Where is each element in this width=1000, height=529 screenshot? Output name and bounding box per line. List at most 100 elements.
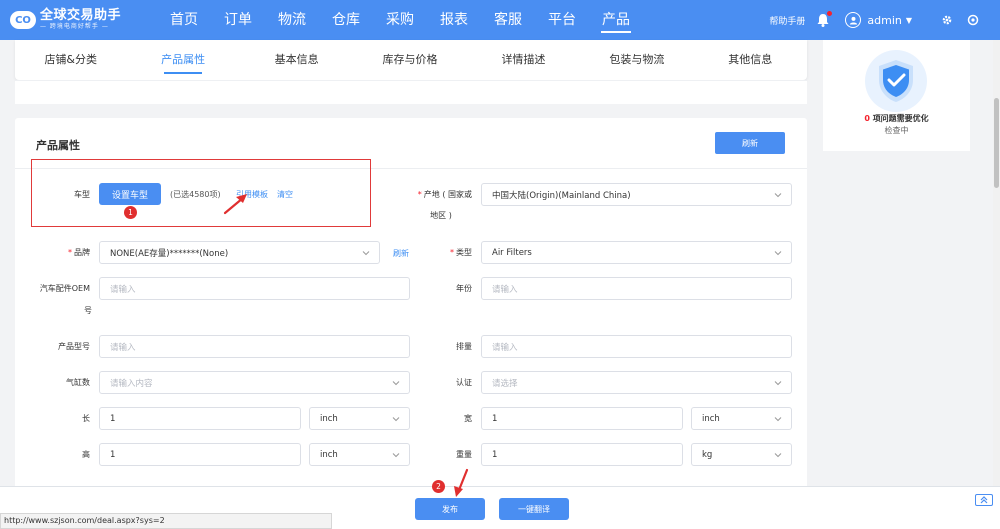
chevron-down-icon: ▼ [905,15,912,25]
nav-orders[interactable]: 订单 [211,0,265,40]
tab-packaging-logistics[interactable]: 包装与物流 [580,40,693,80]
refresh-button[interactable]: 刷新 [715,132,785,154]
origin-label: * 产地 ( 国家或 [417,190,472,199]
previous-section-card [15,80,807,104]
nav-reports[interactable]: 报表 [427,0,481,40]
width-unit-value: inch [702,413,720,424]
weight-label: 重量 [456,450,472,459]
clear-link[interactable]: 清空 [277,189,293,200]
annotation-arrow-icon [454,468,469,497]
length-unit-value: inch [320,413,338,424]
card-title: 产品属性 [36,139,80,152]
brand-title: 全球交易助手 [40,8,122,23]
width-input[interactable]: 1 [481,407,683,430]
oem-label-line2: 号 [84,306,92,315]
displacement-input[interactable]: 请输入 [481,335,792,358]
nav-warehouse[interactable]: 仓库 [319,0,373,40]
main-nav: 首页 订单 物流 仓库 采购 报表 客服 平台 产品 [157,0,643,40]
nav-logistics[interactable]: 物流 [265,0,319,40]
certification-select[interactable]: 请选择 [481,371,792,394]
brand-label: * 品牌 [68,248,90,257]
weight-input[interactable]: 1 [481,443,683,466]
tab-description[interactable]: 详情描述 [467,40,580,80]
nav-home[interactable]: 首页 [157,0,211,40]
product-model-input[interactable]: 请输入 [99,335,410,358]
step-badge-1: 1 [124,206,137,219]
tab-store-category[interactable]: 店铺&分类 [15,40,126,80]
publish-button[interactable]: 发布 [415,498,485,520]
step-badge-2: 2 [432,480,445,493]
length-unit-select[interactable]: inch [309,407,410,430]
check-status: 检查中 [884,126,909,135]
translate-button[interactable]: 一键翻译 [499,498,569,520]
chevron-down-icon [362,251,370,256]
width-label: 宽 [464,414,472,423]
brand-value: NONE(AE存量)*******(None) [110,248,229,259]
year-label: 年份 [456,284,472,293]
issue-message: 项问题需要优化 [872,114,929,123]
nav-products[interactable]: 产品 [589,0,643,40]
nav-service[interactable]: 客服 [481,0,535,40]
help-manual-link[interactable]: 帮助手册 [769,14,805,27]
user-menu[interactable]: admin ▼ [845,12,912,28]
chevron-down-icon [392,417,400,422]
nav-platform[interactable]: 平台 [535,0,589,40]
page-scrollbar[interactable] [993,40,1000,486]
issue-count: 0 [864,114,870,123]
tab-stock-price[interactable]: 库存与价格 [353,40,466,80]
origin-label-line1: 产地 ( 国家或 [423,190,472,199]
type-label: * 类型 [450,248,472,257]
cylinders-label: 气缸数 [66,378,90,387]
notification-dot [827,11,833,16]
nav-purchase[interactable]: 采购 [373,0,427,40]
length-input[interactable]: 1 [99,407,301,430]
user-avatar-icon [845,12,862,28]
section-tabs: 店铺&分类 产品属性 基本信息 库存与价格 详情描述 包装与物流 其他信息 [15,40,807,80]
type-label-text: 类型 [456,248,472,257]
brand-select[interactable]: NONE(AE存量)*******(None) [99,241,380,264]
brand-refresh-link[interactable]: 刷新 [393,248,409,259]
certification-placeholder: 请选择 [492,378,518,389]
origin-value: 中国大陆(Origin)(Mainland China) [492,190,631,201]
top-navbar: CO 全球交易助手 — 跨境电商好帮手 — 首页 订单 物流 仓库 采购 报表 … [0,0,1000,40]
oem-input[interactable]: 请输入 [99,277,410,300]
logo-mark-icon: CO [10,11,36,29]
issue-summary: 0 项问题需要优化 [823,113,970,124]
brand-subtitle: — 跨境电商好帮手 — [40,23,109,30]
chevron-down-icon [774,193,782,198]
origin-label-line2: 地区 ) [430,211,452,220]
gear-icon[interactable] [940,13,954,27]
settings-circle-icon[interactable] [966,13,980,27]
tab-basic-info[interactable]: 基本信息 [240,40,353,80]
displacement-label: 排量 [456,342,472,351]
cylinders-select[interactable]: 请输入内容 [99,371,410,394]
brand-logo[interactable]: CO 全球交易助手 — 跨境电商好帮手 — [10,9,135,31]
cylinders-placeholder: 请输入内容 [110,378,153,389]
bell-icon[interactable] [817,11,833,27]
shield-check-icon [865,50,927,112]
length-label: 长 [82,414,90,423]
user-name: admin [867,13,902,27]
annotation-arrow-icon [223,194,247,215]
back-to-top-button[interactable] [975,494,993,506]
height-label: 高 [82,450,90,459]
height-unit-select[interactable]: inch [309,443,410,466]
set-car-model-button[interactable]: 设置车型 [99,183,161,205]
type-select[interactable]: Air Filters [481,241,792,264]
scrollbar-thumb[interactable] [994,98,999,188]
chevron-down-icon [774,417,782,422]
brand-label-text: 品牌 [74,248,90,257]
chevron-down-icon [392,453,400,458]
origin-select[interactable]: 中国大陆(Origin)(Mainland China) [481,183,792,206]
selected-count: (已选4580项) [170,190,221,199]
oem-label-line1: 汽车配件OEM [39,284,90,293]
chevron-down-icon [392,381,400,386]
browser-status-url: http://www.szjson.com/deal.aspx?sys=2 [0,513,332,529]
type-value: Air Filters [492,247,532,258]
tab-product-attributes[interactable]: 产品属性 [126,40,239,80]
weight-unit-select[interactable]: kg [691,443,792,466]
tab-other-info[interactable]: 其他信息 [694,40,807,80]
year-input[interactable]: 请输入 [481,277,792,300]
height-input[interactable]: 1 [99,443,301,466]
width-unit-select[interactable]: inch [691,407,792,430]
